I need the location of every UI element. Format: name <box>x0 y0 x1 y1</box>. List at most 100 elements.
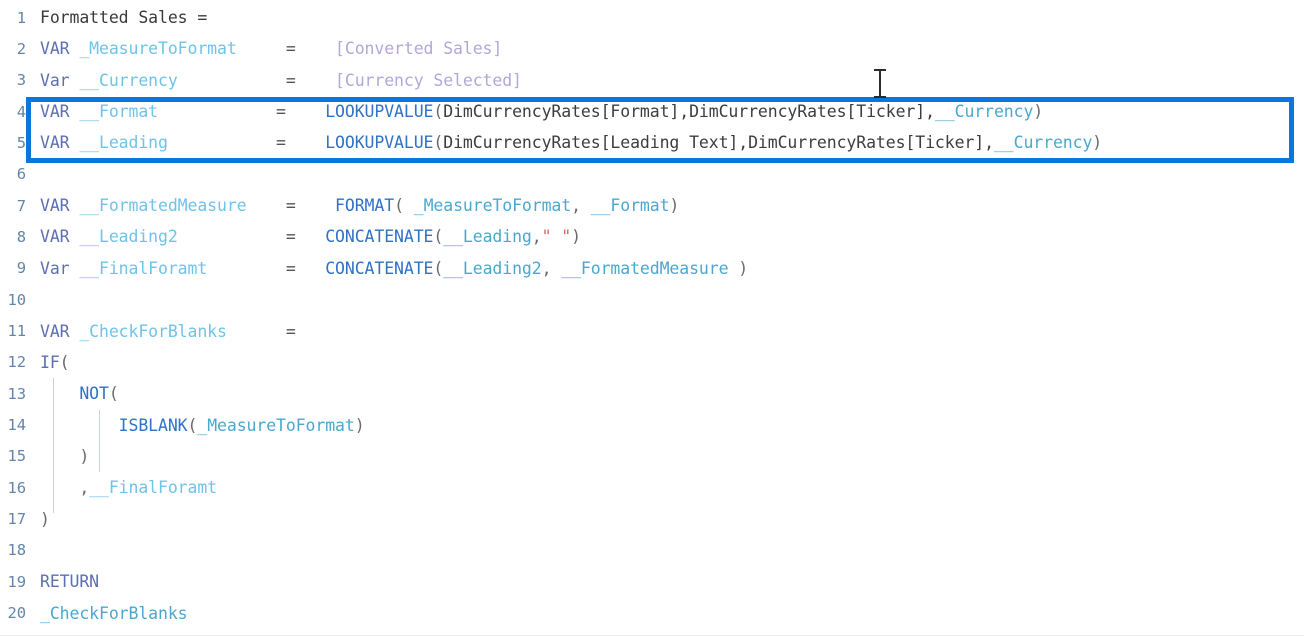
line-number-2: 2 <box>16 39 26 58</box>
code-line-3[interactable]: 3 Var __Currency = [Currency Selected] <box>0 65 1304 96</box>
code-token: __FormatedMeasure <box>79 196 247 216</box>
code-token: FORMAT <box>335 196 395 216</box>
code-token: NOT <box>79 384 109 404</box>
code-line-8[interactable]: 8 VAR __Leading2 = CONCATENATE(__Leading,… <box>0 221 1304 252</box>
indent-guide-0 <box>53 378 54 513</box>
code-token: " " <box>541 227 572 247</box>
code-token: ) <box>354 415 365 435</box>
code-token: LOOKUPVALUE <box>325 133 434 153</box>
code-text-13: NOT( <box>26 384 118 404</box>
code-line-17[interactable]: 17) <box>0 504 1304 535</box>
code-token: CONCATENATE <box>325 227 434 247</box>
code-token: __Currency <box>993 133 1093 153</box>
code-line-15[interactable]: 15 ) <box>0 441 1304 472</box>
code-token: RETURN <box>40 572 100 592</box>
line-number-10: 10 <box>7 290 27 309</box>
code-token: = <box>158 102 326 122</box>
code-token: ( <box>187 415 198 435</box>
code-token: _CheckForBlanks <box>79 321 227 341</box>
code-line-4[interactable]: 4 VAR __Format = LOOKUPVALUE(DimCurrencyR… <box>0 96 1304 127</box>
line-number-12: 12 <box>7 353 27 372</box>
code-token: __Currency <box>79 70 178 90</box>
code-line-1[interactable]: 1 Formatted Sales = <box>0 2 1304 33</box>
code-token: __Leading2 <box>79 227 178 247</box>
code-line-19[interactable]: 19 RETURN <box>0 566 1304 597</box>
code-token: ( <box>59 352 70 372</box>
dax-formula-editor[interactable]: 1 Formatted Sales = 2 VAR _MeasureToFormat … <box>0 0 1304 636</box>
code-token: Var <box>40 258 80 278</box>
code-line-2[interactable]: 2 VAR _MeasureToFormat = [Converted Sales… <box>0 33 1304 64</box>
code-token: = <box>236 39 336 59</box>
line-number-17: 17 <box>7 510 27 529</box>
line-number-19: 19 <box>7 572 27 591</box>
code-token: = <box>207 258 326 278</box>
line-number-11: 11 <box>7 322 27 340</box>
code-token: , <box>571 196 591 216</box>
code-token: ) <box>79 446 90 466</box>
line-number-9: 9 <box>16 259 26 278</box>
code-text-20: _CheckForBlanks <box>26 604 188 623</box>
code-token: VAR <box>40 321 80 341</box>
code-line-10[interactable]: 10 <box>0 284 1304 315</box>
code-token: Formatted Sales = <box>40 8 208 27</box>
code-token: = <box>226 321 296 341</box>
code-token: __Leading <box>443 227 532 247</box>
code-text-5: VAR __Leading = LOOKUPVALUE(DimCurrencyR… <box>26 133 1102 152</box>
code-token: ) <box>1092 133 1103 153</box>
line-number-15: 15 <box>7 447 27 466</box>
code-token: ( <box>394 196 414 216</box>
code-token: LOOKUPVALUE <box>325 102 434 122</box>
code-token: VAR <box>40 133 80 153</box>
line-number-16: 16 <box>7 478 27 497</box>
code-token: = <box>167 133 326 153</box>
code-line-11[interactable]: 11 VAR _CheckForBlanks = <box>0 316 1304 347</box>
line-number-14: 14 <box>7 416 27 435</box>
code-line-16[interactable]: 16 ,__FinalForamt <box>0 472 1304 503</box>
code-line-6[interactable]: 6 <box>0 159 1304 190</box>
code-token: __Format <box>79 102 159 122</box>
code-token: __Leading <box>79 133 168 153</box>
code-line-9[interactable]: 9 Var __FinalForamt = CONCATENATE(__Leadi… <box>0 253 1304 284</box>
code-text-14: ISBLANK(_MeasureToFormat) <box>26 416 365 435</box>
code-line-18[interactable]: 18 <box>0 535 1304 566</box>
code-token: DimCurrencyRates[Leading Text],DimCurren… <box>443 133 994 153</box>
code-text-19: RETURN <box>26 572 99 591</box>
code-text-4: VAR __Format = LOOKUPVALUE(DimCurrencyRa… <box>26 102 1043 121</box>
indent-guide-1 <box>99 410 100 472</box>
code-token: Var <box>40 70 80 90</box>
code-line-14[interactable]: 14 ISBLANK(_MeasureToFormat) <box>0 410 1304 441</box>
code-token: ) <box>571 227 581 247</box>
code-line-20[interactable]: 20 _CheckForBlanks <box>0 598 1304 629</box>
code-token: = <box>177 227 326 247</box>
code-text-15: ) <box>26 447 89 466</box>
code-token: __FinalForamt <box>79 258 208 278</box>
code-token: = <box>246 196 336 216</box>
code-token: ) <box>669 196 680 216</box>
code-token: DimCurrencyRates[Format],DimCurrencyRate… <box>443 102 935 122</box>
code-text-2: VAR _MeasureToFormat = [Converted Sales] <box>26 39 502 58</box>
code-token: _CheckForBlanks <box>40 603 188 623</box>
line-number-13: 13 <box>7 384 27 403</box>
code-token: , <box>531 227 542 247</box>
code-token: VAR <box>40 227 80 247</box>
code-token: IF <box>40 352 60 372</box>
code-token: , <box>40 478 90 498</box>
code-token: __Currency <box>934 102 1034 122</box>
code-line-12[interactable]: 12 IF( <box>0 347 1304 378</box>
line-number-3: 3 <box>16 71 26 90</box>
code-line-7[interactable]: 7 VAR __FormatedMeasure = FORMAT( _Measur… <box>0 190 1304 221</box>
code-token: __Leading2 <box>443 258 542 278</box>
code-token: VAR <box>40 196 80 216</box>
code-line-5[interactable]: 5 VAR __Leading = LOOKUPVALUE(DimCurrency… <box>0 127 1304 158</box>
code-token: , <box>541 258 562 278</box>
code-line-13[interactable]: 13 NOT( <box>0 378 1304 409</box>
line-number-7: 7 <box>16 196 26 215</box>
code-token: ( <box>433 102 444 122</box>
code-text-8: VAR __Leading2 = CONCATENATE(__Leading,"… <box>26 227 581 246</box>
line-number-1: 1 <box>16 8 26 27</box>
code-text-17: ) <box>26 510 50 529</box>
code-text-1: Formatted Sales = <box>26 8 207 27</box>
code-text-11: VAR _CheckForBlanks = <box>26 322 296 341</box>
